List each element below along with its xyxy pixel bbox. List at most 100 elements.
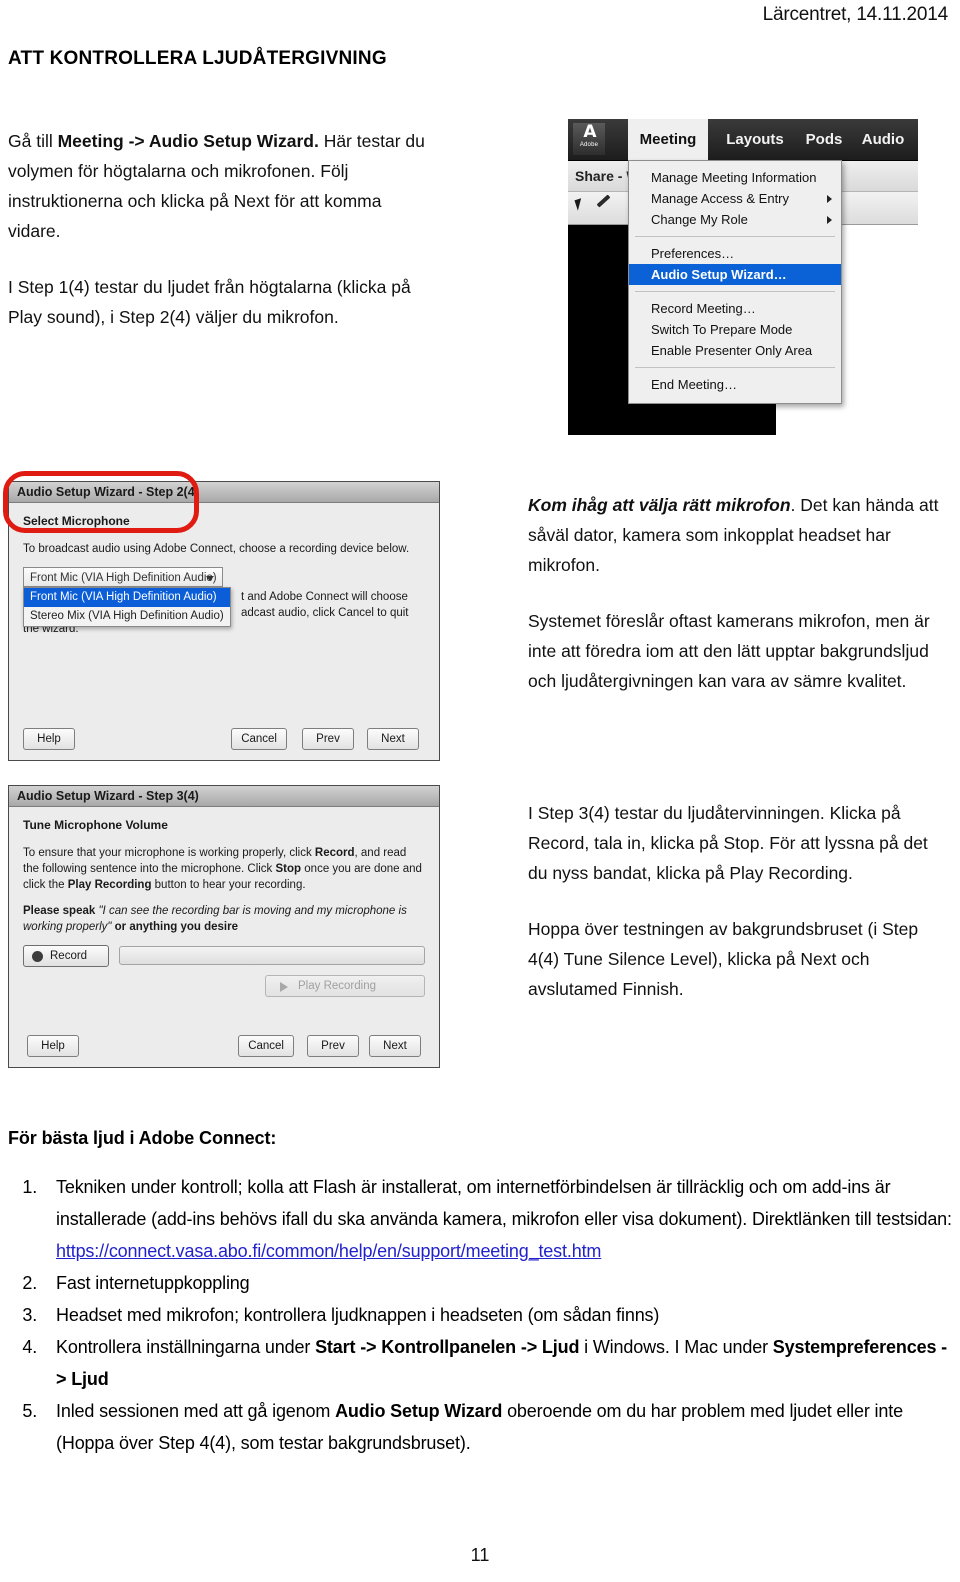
wiz3-playrec-kw: Play Recording bbox=[67, 879, 152, 891]
cursor-tool-icon[interactable] bbox=[574, 198, 585, 211]
list-item: Fast internetuppkoppling bbox=[42, 1267, 952, 1299]
menu-item-preferences[interactable]: Preferences… bbox=[629, 243, 841, 264]
wizard3-instruction: To ensure that your microphone is workin… bbox=[23, 845, 425, 893]
wizard3-help-button[interactable]: Help bbox=[27, 1035, 79, 1057]
wiz3-stop-kw: Stop bbox=[275, 863, 302, 875]
microphone-select-options: Front Mic (VIA High Definition Audio) St… bbox=[23, 587, 231, 627]
tip-5-wizard-kw: Audio Setup Wizard bbox=[335, 1401, 503, 1421]
pencil-tool-icon[interactable] bbox=[596, 194, 611, 208]
menu-item-manage-meeting-information[interactable]: Manage Meeting Information bbox=[629, 167, 841, 188]
page-header-date: Lärcentret, 14.11.2014 bbox=[762, 4, 949, 25]
wizard3-subtitle: Tune Microphone Volume bbox=[23, 818, 168, 832]
menu-item-enable-presenter-only-area[interactable]: Enable Presenter Only Area bbox=[629, 340, 841, 361]
submenu-arrow-icon bbox=[827, 195, 832, 203]
submenu-arrow-icon bbox=[827, 216, 832, 224]
note-paragraph-4: Hoppa över testningen av bakgrundsbruset… bbox=[528, 919, 919, 999]
tip-4-a: Kontrollera inställningarna under bbox=[56, 1337, 316, 1357]
test-page-link[interactable]: https://connect.vasa.abo.fi/common/help/… bbox=[56, 1241, 601, 1261]
wiz3-speak-tail: or anything you desire bbox=[111, 921, 238, 933]
wizard3-speak-line: Please speak "I can see the recording ba… bbox=[23, 903, 425, 935]
menu-item-audio-setup-wizard[interactable]: Audio Setup Wizard… bbox=[629, 264, 841, 285]
wizard3-prev-button[interactable]: Prev bbox=[307, 1035, 359, 1057]
tips-heading: För bästa ljud i Adobe Connect: bbox=[8, 1128, 277, 1148]
note-paragraph-1: Kom ihåg att välja rätt mikrofon. Det ka… bbox=[528, 490, 948, 580]
record-button[interactable]: Record bbox=[23, 945, 109, 967]
page-number: 11 bbox=[470, 1545, 490, 1565]
wizard3-titlebar: Audio Setup Wizard - Step 3(4) bbox=[9, 786, 439, 807]
menu-separator bbox=[635, 291, 835, 292]
wizard2-cancel-button[interactable]: Cancel bbox=[231, 728, 287, 750]
page-title: ATT KONTROLLERA LJUDÅTERGIVNING bbox=[8, 48, 387, 69]
menu-item-change-my-role[interactable]: Change My Role bbox=[629, 209, 841, 230]
wizard2-body: Select Microphone To broadcast audio usi… bbox=[9, 503, 441, 635]
wiz3-record-kw: Record bbox=[314, 847, 355, 859]
record-dot-icon bbox=[32, 951, 43, 962]
wizard2-subtitle: Select Microphone bbox=[23, 514, 130, 528]
menu-item-switch-to-prepare-mode[interactable]: Switch To Prepare Mode bbox=[629, 319, 841, 340]
application-menu-bar: A Adobe Meeting Layouts Pods Audio bbox=[568, 119, 918, 161]
wizard2-obscured-line-1: t and Adobe Connect will choose bbox=[241, 591, 408, 603]
note-paragraph-2: Systemet föreslår oftast kamerans mikrof… bbox=[528, 611, 930, 691]
note-column-recording: I Step 3(4) testar du ljudåtervinningen.… bbox=[528, 798, 948, 1030]
wizard2-prev-button[interactable]: Prev bbox=[302, 728, 354, 750]
wiz3-speak-label: Please speak bbox=[23, 905, 96, 917]
adobe-logo-glyph: A bbox=[583, 122, 596, 142]
menubar-item-pods[interactable]: Pods bbox=[798, 119, 850, 160]
menubar-item-meeting[interactable]: Meeting bbox=[628, 119, 708, 160]
tip-4-c: i Windows. I Mac under bbox=[579, 1337, 773, 1357]
adobe-logo-icon: A Adobe bbox=[573, 123, 605, 155]
microphone-option-front-mic[interactable]: Front Mic (VIA High Definition Audio) bbox=[24, 588, 230, 607]
list-item: Inled sessionen med att gå igenom Audio … bbox=[42, 1395, 952, 1459]
menu-item-end-meeting[interactable]: End Meeting… bbox=[629, 374, 841, 395]
microphone-select-value: Front Mic (VIA High Definition Audio) bbox=[30, 572, 217, 584]
audio-setup-wizard-step2-screenshot: Audio Setup Wizard - Step 2(4) Select Mi… bbox=[8, 481, 440, 761]
menu-separator bbox=[635, 236, 835, 237]
menu-separator bbox=[635, 367, 835, 368]
tip-1-text: Tekniken under kontroll; kolla att Flash… bbox=[56, 1177, 952, 1229]
chevron-down-icon bbox=[206, 576, 214, 581]
tip-5-a: Inled sessionen med att gå igenom bbox=[56, 1401, 336, 1421]
adobe-logo-word: Adobe bbox=[579, 142, 599, 148]
menu-item-record-meeting[interactable]: Record Meeting… bbox=[629, 298, 841, 319]
menubar-item-audio[interactable]: Audio bbox=[854, 119, 912, 160]
play-triangle-icon bbox=[280, 982, 288, 992]
list-item: Headset med mikrofon; kontrollera ljudkn… bbox=[42, 1299, 952, 1331]
wiz3-part-a: To ensure that your microphone is workin… bbox=[23, 847, 315, 859]
tips-list: Tekniken under kontroll; kolla att Flash… bbox=[8, 1171, 952, 1459]
wizard2-next-button[interactable]: Next bbox=[367, 728, 419, 750]
wizard2-footer: Help Cancel Prev Next bbox=[9, 728, 439, 752]
wiz3-part-d: button to hear your recording. bbox=[151, 879, 306, 891]
wizard2-help-button[interactable]: Help bbox=[23, 728, 75, 750]
list-item: Tekniken under kontroll; kolla att Flash… bbox=[42, 1171, 952, 1267]
wizard2-instruction: To broadcast audio using Adobe Connect, … bbox=[23, 543, 410, 555]
wizard3-body: Tune Microphone Volume To ensure that yo… bbox=[9, 807, 439, 997]
intro-p1-pre: Gå till bbox=[8, 131, 58, 151]
menu-item-change-my-role-label: Change My Role bbox=[651, 212, 748, 227]
wizard2-obscured-line-2: adcast audio, click Cancel to quit bbox=[241, 607, 409, 619]
menubar-item-layouts[interactable]: Layouts bbox=[716, 119, 794, 160]
menu-item-manage-access-entry[interactable]: Manage Access & Entry bbox=[629, 188, 841, 209]
note-1-bold: Kom ihåg att välja rätt mikrofon bbox=[528, 495, 791, 515]
adobe-connect-menu-screenshot: Share - W A Adobe Meeting Layouts Pods A… bbox=[568, 119, 918, 435]
note-column-microphone: Kom ihåg att välja rätt mikrofon. Det ka… bbox=[528, 490, 948, 722]
meeting-dropdown-menu: Manage Meeting Information Manage Access… bbox=[628, 160, 842, 404]
intro-text-column: Gå till Meeting -> Audio Setup Wizard. H… bbox=[8, 126, 428, 358]
play-recording-button[interactable]: Play Recording bbox=[265, 975, 425, 997]
best-audio-tips-section: För bästa ljud i Adobe Connect: Tekniken… bbox=[8, 1128, 952, 1459]
list-item: Kontrollera inställningarna under Start … bbox=[42, 1331, 952, 1395]
wizard2-obscured-text-right: t and Adobe Connect will choose adcast a… bbox=[241, 589, 441, 621]
recording-level-bar bbox=[119, 946, 425, 965]
wizard3-record-row: Record Play Recording bbox=[23, 945, 425, 997]
wizard3-footer: Help Cancel Prev Next bbox=[9, 1035, 439, 1059]
microphone-select[interactable]: Front Mic (VIA High Definition Audio) bbox=[23, 567, 223, 587]
microphone-option-stereo-mix[interactable]: Stereo Mix (VIA High Definition Audio) bbox=[24, 607, 230, 626]
intro-paragraph-1: Gå till Meeting -> Audio Setup Wizard. H… bbox=[8, 126, 428, 246]
wizard2-titlebar: Audio Setup Wizard - Step 2(4) bbox=[9, 482, 439, 503]
record-button-label: Record bbox=[50, 950, 88, 962]
tip-4-path-windows: Start -> Kontrollpanelen -> Ljud bbox=[315, 1337, 580, 1357]
intro-p1-bold: Meeting -> Audio Setup Wizard. bbox=[57, 131, 319, 151]
note-paragraph-3: I Step 3(4) testar du ljudåtervinningen.… bbox=[528, 803, 928, 883]
wizard3-cancel-button[interactable]: Cancel bbox=[238, 1035, 294, 1057]
audio-setup-wizard-step3-screenshot: Audio Setup Wizard - Step 3(4) Tune Micr… bbox=[8, 785, 440, 1068]
wizard3-next-button[interactable]: Next bbox=[369, 1035, 421, 1057]
